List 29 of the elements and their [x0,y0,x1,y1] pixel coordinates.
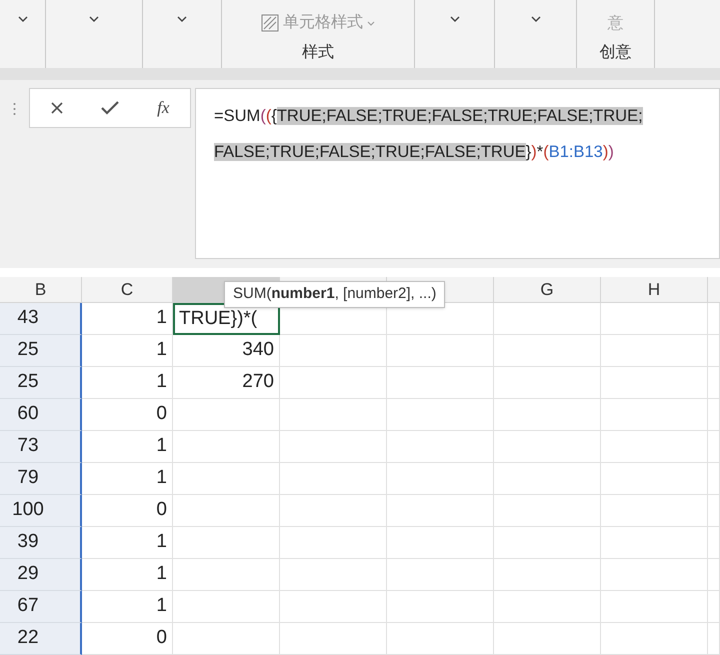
cell-value: 340 [242,338,274,362]
cell-value: 1 [156,594,167,618]
cell-value: 73 [17,434,39,458]
group-label: 样式 [302,42,334,63]
cell-value: 79 [17,466,39,490]
cell-value: 1 [156,434,167,458]
group-label: 创意 [600,42,632,63]
cell-value: 29 [17,562,39,586]
cell-value: 1 [156,370,167,394]
cell-value: 1 [156,466,167,490]
cell-value: 22 [17,626,39,650]
function-tooltip: SUM(number1, [number2], ...) [224,281,446,308]
cell-value: 25 [17,338,39,362]
cell-editor-text: TRUE})*( [179,306,258,331]
cell-value: 1 [156,338,167,362]
cell-value: 1 [156,530,167,554]
cell-value: 1 [156,562,167,586]
cell-value: 0 [156,402,167,426]
cell-value: 270 [242,370,274,394]
cell-value: 100 [12,498,44,522]
cell-value: 60 [17,402,39,426]
cell-value: 39 [17,530,39,554]
cell-value: 0 [156,626,167,650]
cell-value: 25 [17,370,39,394]
cell-value: 43 [17,306,39,330]
cell-value: 67 [17,594,39,618]
cell-value: 0 [156,498,167,522]
cell-value: 1 [156,306,167,330]
formula-text: =SUM(({TRUE;FALSE;TRUE;FALSE;TRUE;FALSE;TRUE; FALSE;TRUE;FALSE;TRUE;FALSE;TRUE})*(B1:B13)) [214,106,644,163]
